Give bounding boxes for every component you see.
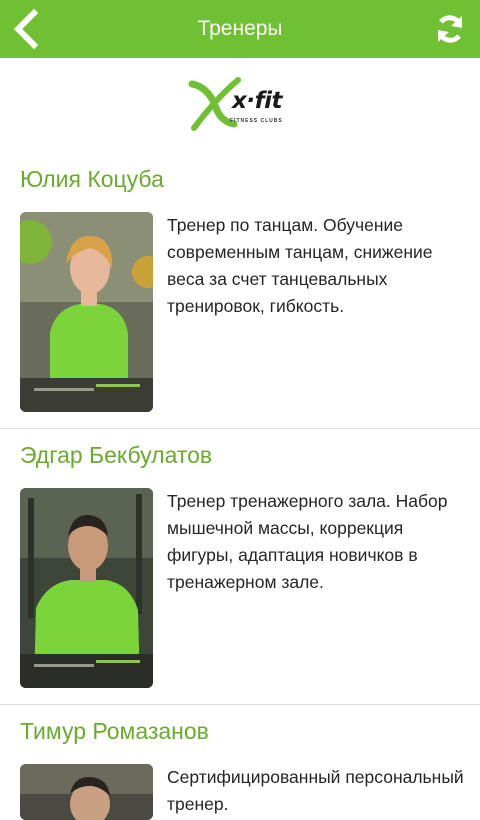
logo-wordmark: x·fit: [232, 88, 282, 114]
refresh-button[interactable]: [430, 9, 470, 49]
chevron-left-icon: [13, 9, 39, 49]
trainer-photo-image: [20, 488, 153, 688]
logo-tagline: FITNESS CLUBS: [230, 118, 283, 124]
trainer-photo[interactable]: [20, 764, 153, 820]
trainer-photo-image: [20, 764, 153, 820]
trainer-description: Сертифицированный персональный тренер.: [167, 767, 464, 814]
trainer-name: Эдгар Бекбулатов: [20, 442, 213, 468]
app-header: Тренеры: [0, 0, 480, 58]
divider: [0, 428, 480, 429]
xfit-logo: x·fit FITNESS CLUBS: [186, 74, 298, 134]
trainer-description: Тренер по танцам. Обучение современным т…: [167, 215, 433, 316]
trainer-photo[interactable]: [20, 488, 153, 688]
trainer-description: Тренер тренажерного зала. Набор мышечной…: [167, 491, 448, 592]
divider: [0, 704, 480, 705]
refresh-icon: [437, 15, 463, 43]
back-button[interactable]: [6, 6, 46, 52]
trainer-photo-image: [20, 212, 153, 412]
trainer-name: Тимур Ромазанов: [20, 718, 209, 744]
page-title: Тренеры: [197, 17, 283, 40]
trainer-photo[interactable]: [20, 212, 153, 412]
trainer-name: Юлия Коцуба: [20, 166, 164, 192]
